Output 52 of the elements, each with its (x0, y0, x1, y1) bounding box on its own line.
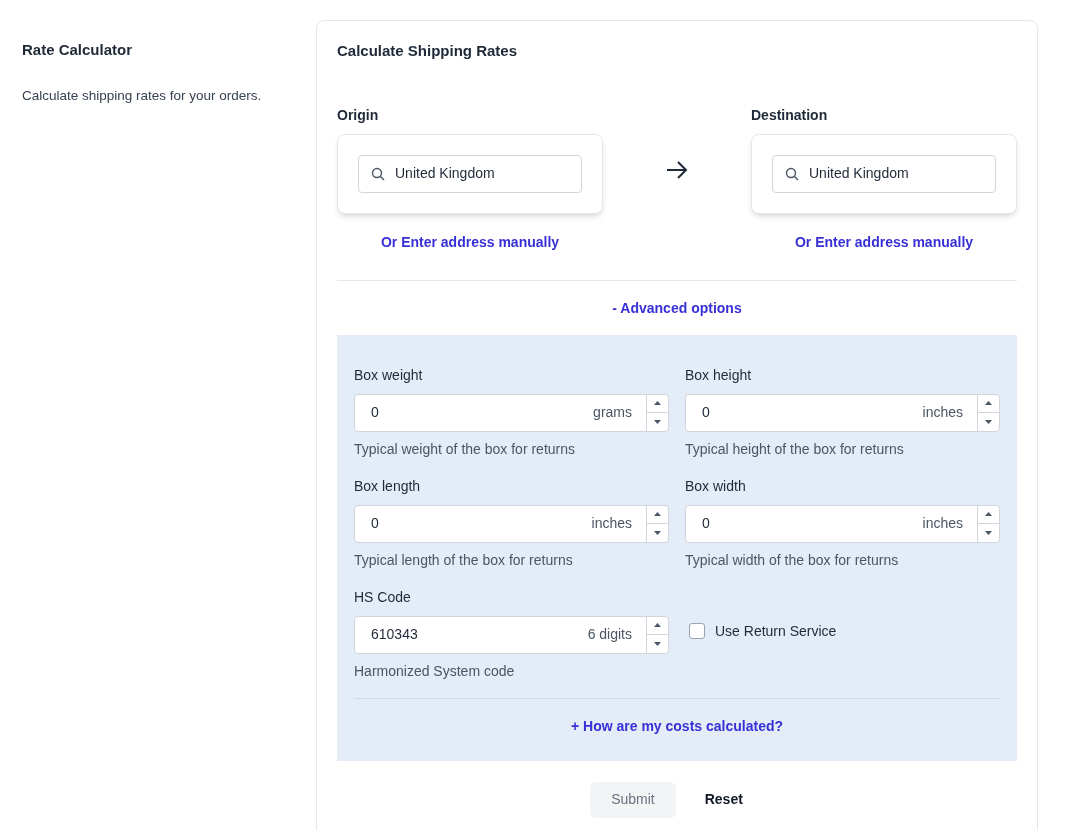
step-down-icon[interactable] (654, 641, 661, 646)
unit-label: inches (922, 403, 964, 422)
field-help-text: Typical width of the box for returns (685, 550, 900, 570)
location-search-field[interactable]: United Kingdom (772, 154, 996, 193)
advanced-options-link[interactable]: - Advanced options (612, 297, 742, 319)
field-help-text: Typical length of the box for returns (354, 550, 574, 570)
step-up-icon[interactable] (654, 401, 661, 406)
step-down-icon[interactable] (654, 530, 661, 535)
stepper[interactable] (646, 394, 668, 431)
stepper[interactable] (646, 616, 668, 653)
stepper[interactable] (646, 505, 668, 542)
card-title: Calculate Shipping Rates (337, 41, 519, 61)
checkbox-label: Use Return Service (715, 621, 837, 641)
number-input-field[interactable]: 0 inches (685, 393, 1000, 432)
step-up-icon[interactable] (654, 623, 661, 628)
field-label: Box height (685, 365, 753, 385)
manual-address-link[interactable]: Or Enter address manually (794, 231, 974, 253)
number-input-field[interactable]: 0 grams (354, 393, 669, 432)
field-label: Box width (685, 476, 747, 496)
number-input-field[interactable]: 610343 6 digits (354, 615, 669, 654)
stepper[interactable] (977, 394, 999, 431)
unit-label: inches (591, 514, 633, 533)
search-icon (785, 166, 799, 181)
step-up-icon[interactable] (985, 401, 992, 406)
section-title: Rate Calculator (22, 40, 134, 60)
location-label: Destination (751, 105, 829, 125)
field-label: HS Code (354, 587, 412, 607)
unit-label: 6 digits (587, 625, 633, 644)
unit-label: inches (922, 514, 964, 533)
field-help-text: Harmonized System code (354, 661, 516, 681)
field-help-text: Typical height of the box for returns (685, 439, 905, 459)
search-icon (371, 166, 385, 181)
location-search-field[interactable]: United Kingdom (358, 154, 582, 193)
stepper[interactable] (977, 505, 999, 542)
section-description: Calculate shipping rates for your orders. (22, 86, 263, 105)
step-down-icon[interactable] (985, 530, 992, 535)
step-up-icon[interactable] (985, 512, 992, 517)
field-label: Box weight (354, 365, 424, 385)
unit-label: grams (593, 403, 633, 422)
field-label: Box length (354, 476, 422, 496)
step-up-icon[interactable] (654, 512, 661, 517)
costs-info-link[interactable]: + How are my costs calculated? (571, 715, 783, 737)
location-label: Origin (337, 105, 380, 125)
number-input-field[interactable]: 0 inches (354, 504, 669, 543)
checkbox[interactable] (689, 623, 705, 639)
arrow-right-icon (666, 160, 688, 179)
step-down-icon[interactable] (985, 419, 992, 424)
manual-address-link[interactable]: Or Enter address manually (380, 231, 560, 253)
number-input-field[interactable]: 0 inches (685, 504, 1000, 543)
field-help-text: Typical weight of the box for returns (354, 439, 576, 459)
step-down-icon[interactable] (654, 419, 661, 424)
reset-button[interactable]: Reset (683, 781, 764, 818)
